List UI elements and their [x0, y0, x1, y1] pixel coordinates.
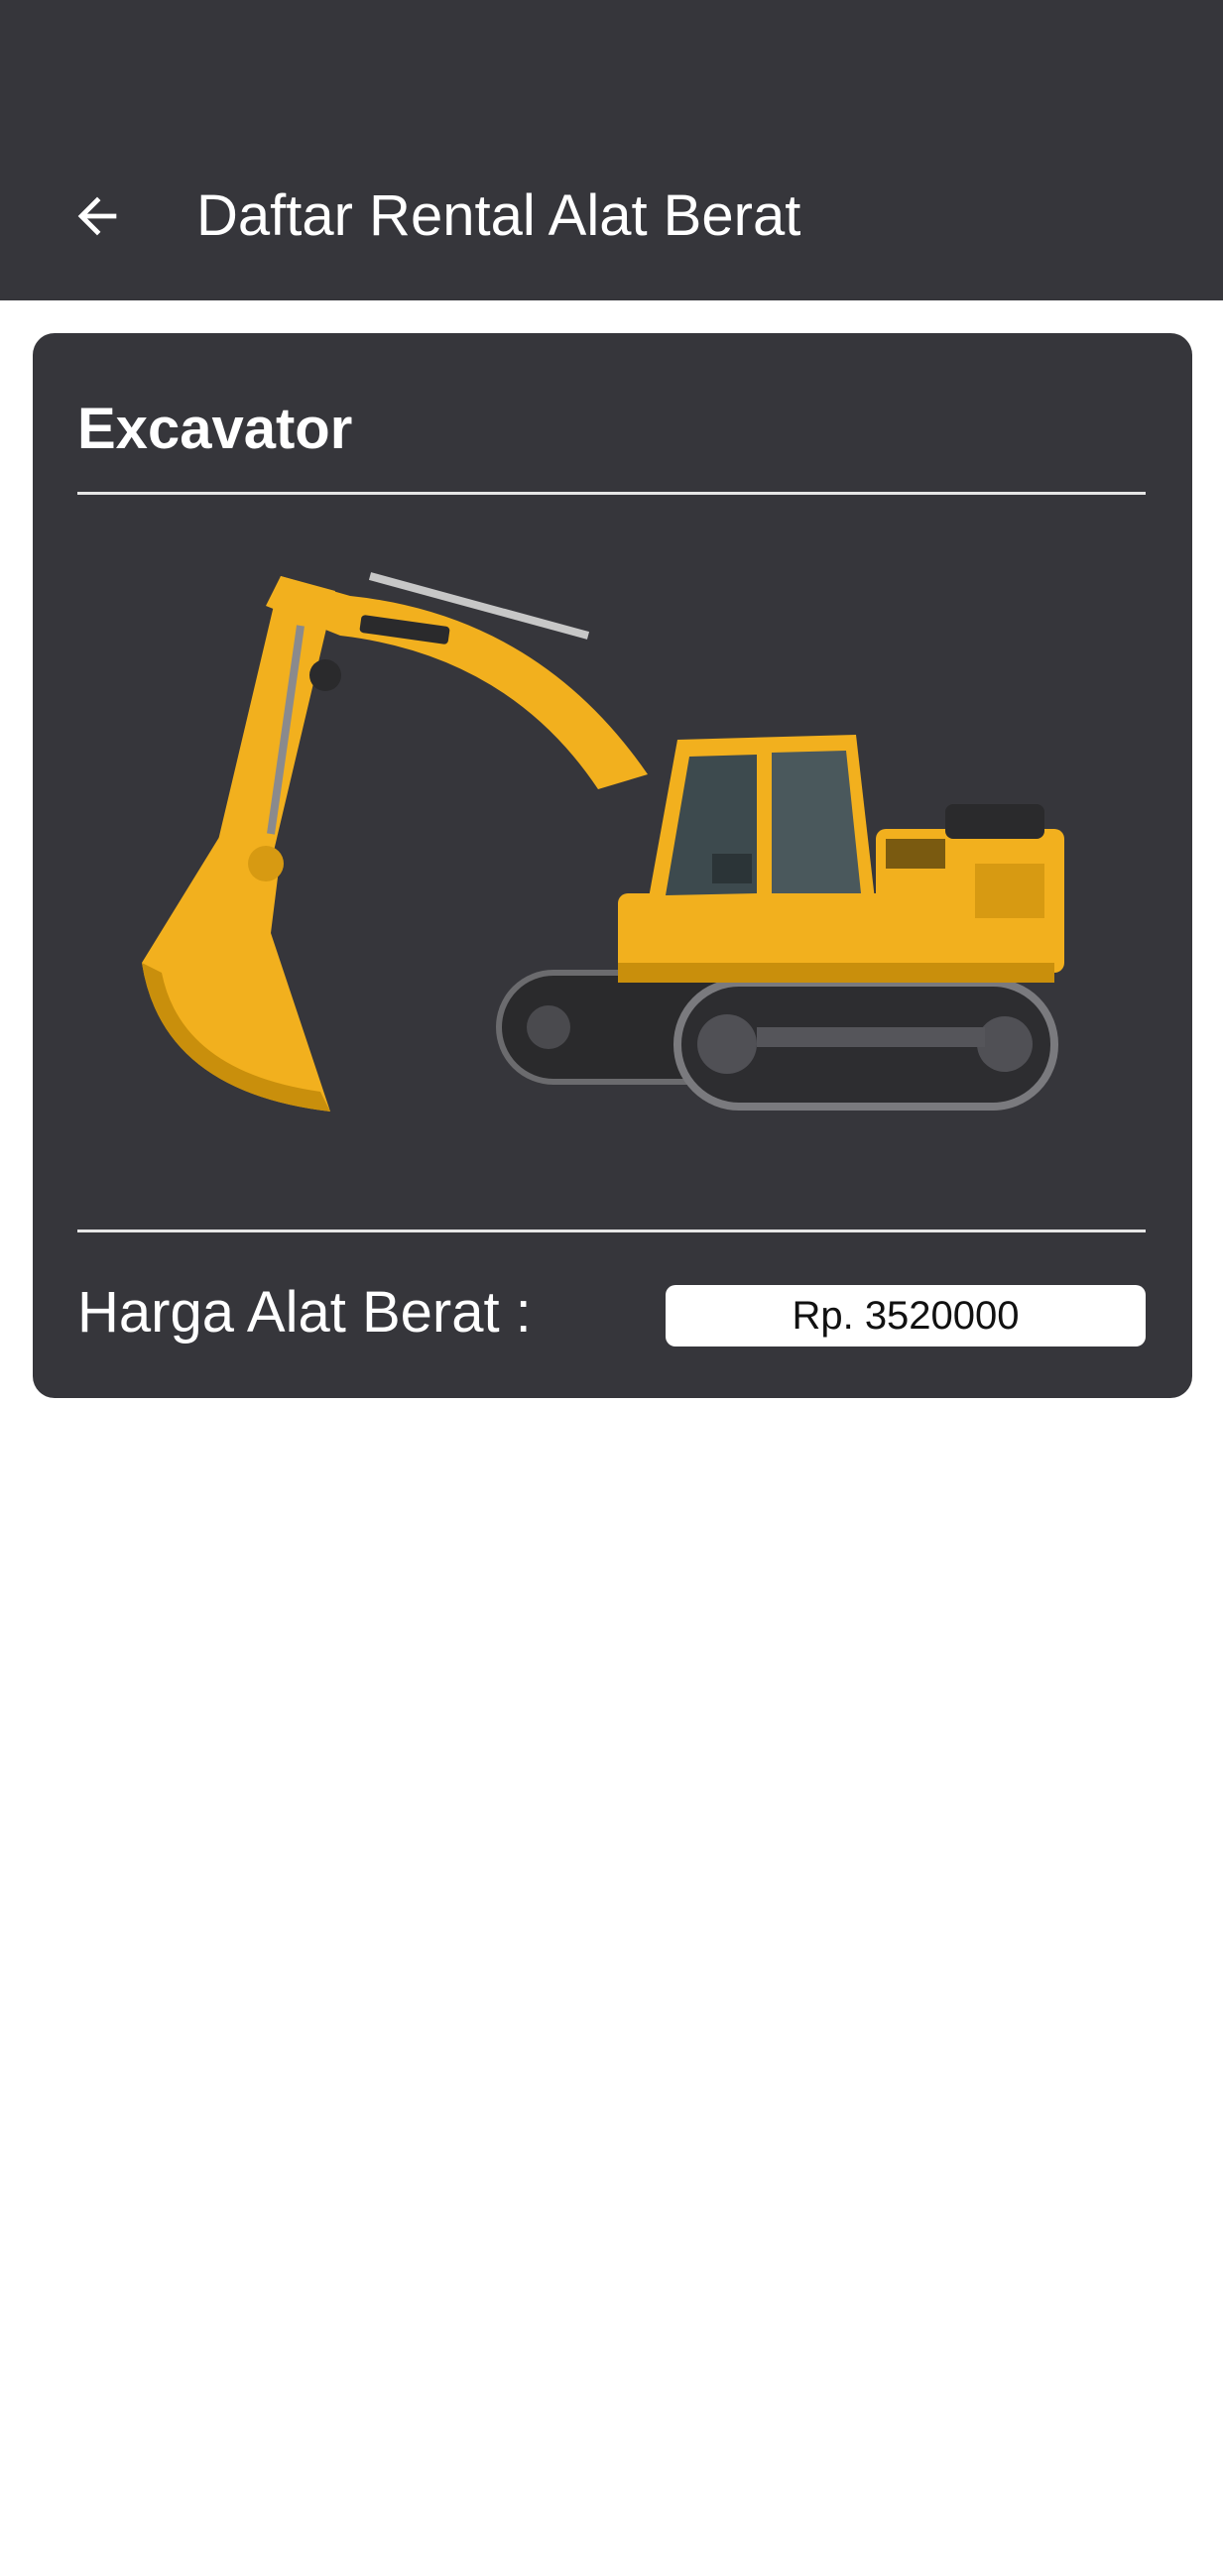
price-label: Harga Alat Berat :	[77, 1280, 532, 1345]
excavator-bucket	[142, 834, 330, 1112]
app-screen: Daftar Rental Alat Berat Excavator Harga…	[0, 0, 1223, 2576]
equipment-card[interactable]: Excavator Harga Alat Berat: Rp. 3520000	[33, 333, 1192, 1398]
excavator-image	[142, 572, 1064, 1112]
excavator-stick	[216, 576, 341, 864]
card-divider-top	[77, 492, 1146, 495]
top-app-bar: Daftar Rental Alat Berat	[0, 0, 1223, 300]
equipment-name: Excavator	[77, 397, 353, 461]
page-title: Daftar Rental Alat Berat	[196, 183, 801, 248]
card-divider-bottom	[77, 1229, 1146, 1232]
excavator-tracks	[496, 970, 1058, 1111]
excavator-cab	[648, 735, 876, 908]
arrow-left-icon	[77, 196, 117, 236]
back-button[interactable]	[48, 167, 147, 266]
price-value: Rp. 3520000	[666, 1285, 1146, 1347]
